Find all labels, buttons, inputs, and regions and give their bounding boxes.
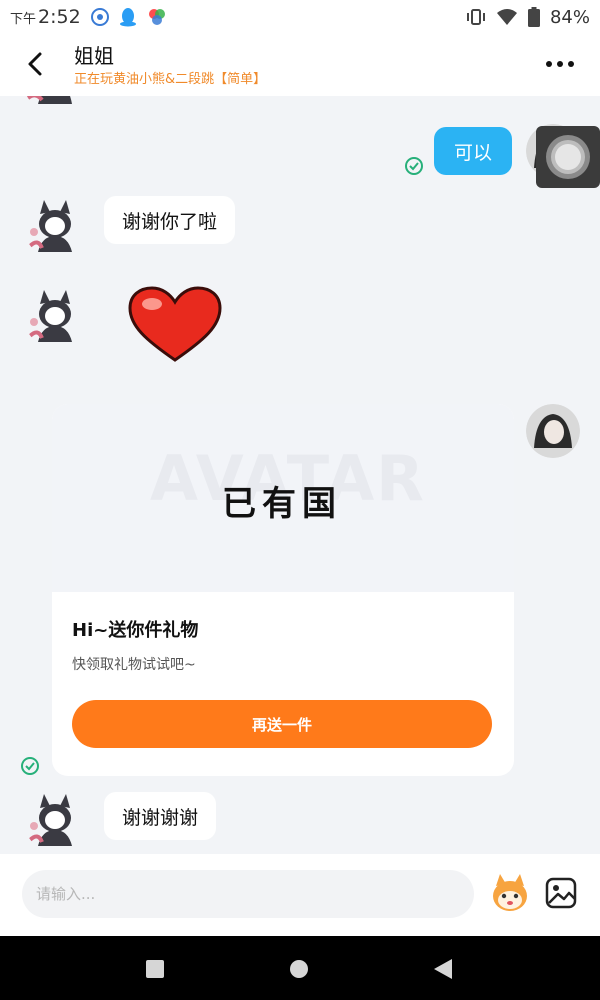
back-triangle-icon[interactable] (432, 957, 454, 981)
more-dots-icon[interactable] (542, 52, 578, 76)
sent-check-icon (21, 757, 39, 775)
contact-name: 姐姐 (74, 44, 114, 68)
message-bubble-sent[interactable]: 可以 (434, 127, 513, 175)
mascot-emoji-icon[interactable] (488, 872, 532, 916)
assistive-touch-icon (546, 135, 590, 179)
status-system-icons: 84% (466, 7, 590, 28)
cat-avatar-icon (26, 96, 84, 114)
message-input[interactable] (22, 870, 474, 918)
battery-icon (527, 7, 540, 27)
message-text: 谢谢谢谢 (122, 806, 199, 829)
gift-description: 快领取礼物试试吧~ (72, 657, 196, 673)
gift-card[interactable]: AVATAR 已有国 Hi~送你件礼物 快领取礼物试试吧~ 再送一件 (52, 404, 514, 776)
input-bar (0, 854, 600, 936)
heart-sticker[interactable] (126, 286, 224, 364)
status-bar: 下午 2:52 84% (0, 0, 600, 34)
message-text: 可以 (454, 141, 493, 164)
image-picker-icon[interactable] (544, 876, 578, 910)
send-another-button[interactable]: 再送一件 (72, 700, 492, 748)
status-time-group: 下午 2:52 (10, 6, 81, 28)
gift-title: Hi~送你件礼物 (72, 620, 199, 641)
app-icon-blue (90, 8, 109, 26)
notification-icons (90, 7, 167, 27)
gift-image-text: 已有国 (222, 484, 342, 524)
gift-image: AVATAR 已有国 (52, 404, 514, 592)
status-time: 2:52 (38, 6, 81, 28)
recent-apps-icon[interactable] (146, 960, 164, 978)
status-time-prefix: 下午 (10, 11, 37, 27)
message-list[interactable]: 可以 谢谢你了啦 AVATAR 已有国 Hi~送你件礼物 快领取礼物试试吧~ 再… (0, 96, 600, 854)
message-text: 谢谢你了啦 (122, 210, 218, 233)
cat-avatar-icon (24, 790, 86, 852)
contact-avatar[interactable] (24, 196, 86, 258)
chevron-left-icon[interactable] (20, 48, 52, 80)
contact-avatar[interactable] (24, 96, 86, 114)
qq-icon (119, 8, 136, 27)
girl-avatar-icon (526, 404, 580, 458)
colorful-app-icon (148, 9, 165, 25)
sent-check-icon (405, 157, 423, 175)
battery-percent: 84% (549, 6, 590, 28)
cat-avatar-icon (24, 286, 86, 348)
message-bubble-received[interactable]: 谢谢谢谢 (104, 792, 217, 840)
contact-avatar[interactable] (24, 286, 86, 348)
contact-status: 正在玩黄油小熊&二段跳【简单】 (74, 72, 267, 87)
system-nav-bar (0, 936, 600, 1000)
vibrate-icon (466, 9, 485, 25)
contact-avatar[interactable] (24, 790, 86, 852)
floating-assist-button[interactable] (536, 126, 600, 188)
my-avatar[interactable] (526, 404, 580, 458)
home-icon[interactable] (290, 960, 308, 978)
wifi-icon (496, 9, 517, 25)
chat-header: 姐姐 正在玩黄油小熊&二段跳【简单】 (0, 34, 600, 96)
message-bubble-received[interactable]: 谢谢你了啦 (104, 196, 236, 244)
cat-avatar-icon (24, 196, 86, 258)
